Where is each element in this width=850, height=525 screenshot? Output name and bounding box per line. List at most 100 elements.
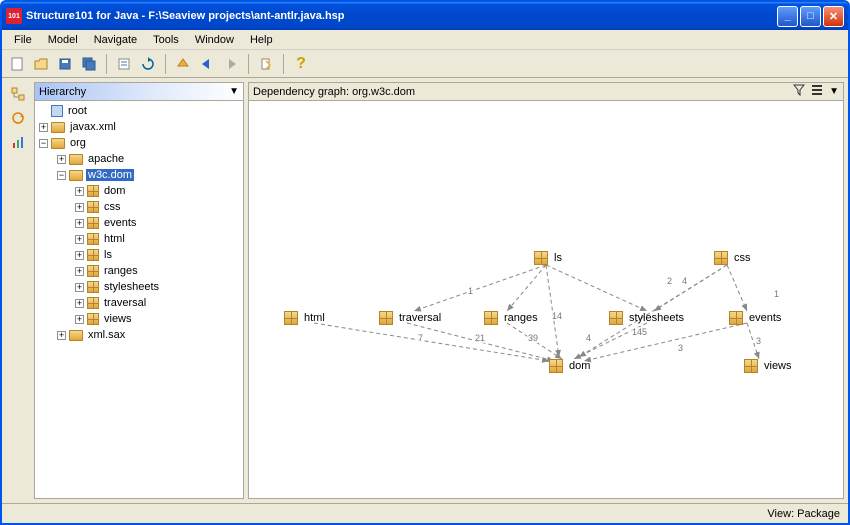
- tree-xml-sax[interactable]: +xml.sax: [35, 327, 243, 343]
- tree-stylesheets[interactable]: +stylesheets: [35, 279, 243, 295]
- folder-icon: [69, 154, 83, 165]
- dropdown-icon[interactable]: ▼: [229, 86, 239, 97]
- package-icon: [729, 311, 743, 325]
- tree-w3c-dom[interactable]: −w3c.dom: [35, 167, 243, 183]
- edge-label: 2: [666, 276, 673, 286]
- menubar: File Model Navigate Tools Window Help: [2, 30, 848, 50]
- filter-icon[interactable]: [793, 84, 805, 99]
- package-icon: [484, 311, 498, 325]
- dropdown-icon[interactable]: ▼: [829, 86, 839, 97]
- hierarchy-title: Hierarchy: [39, 86, 86, 98]
- tree-events[interactable]: +events: [35, 215, 243, 231]
- node-events[interactable]: events: [729, 311, 781, 325]
- tree-views[interactable]: +views: [35, 311, 243, 327]
- edge-label: 145: [631, 327, 648, 337]
- edge-label: 14: [551, 311, 563, 321]
- sidebar-chart-icon[interactable]: [8, 132, 28, 152]
- properties-button[interactable]: [113, 53, 135, 75]
- tree-org[interactable]: −org: [35, 135, 243, 151]
- hierarchy-panel: Hierarchy ▼ root +javax.xml −org +apache…: [34, 82, 244, 499]
- open-button[interactable]: [30, 53, 52, 75]
- menu-window[interactable]: Window: [187, 32, 242, 48]
- package-icon: [87, 249, 99, 261]
- package-icon: [87, 217, 99, 229]
- package-icon: [87, 185, 99, 197]
- node-dom[interactable]: dom: [549, 359, 590, 373]
- tree-html[interactable]: +html: [35, 231, 243, 247]
- tree-javax-xml[interactable]: +javax.xml: [35, 119, 243, 135]
- package-icon: [87, 297, 99, 309]
- folder-icon: [69, 330, 83, 341]
- edge-label: 4: [681, 276, 688, 286]
- minimize-button[interactable]: _: [777, 6, 798, 27]
- maximize-button[interactable]: □: [800, 6, 821, 27]
- package-icon: [714, 251, 728, 265]
- node-ls[interactable]: ls: [534, 251, 562, 265]
- tree-apache[interactable]: +apache: [35, 151, 243, 167]
- edge-label: 39: [527, 333, 539, 343]
- tree-css[interactable]: +css: [35, 199, 243, 215]
- app-icon: 101: [6, 8, 22, 24]
- close-button[interactable]: ✕: [823, 6, 844, 27]
- package-icon: [609, 311, 623, 325]
- menu-model[interactable]: Model: [40, 32, 86, 48]
- window-title: Structure101 for Java - F:\Seaview proje…: [26, 10, 777, 22]
- export-button[interactable]: [255, 53, 277, 75]
- menu-navigate[interactable]: Navigate: [86, 32, 145, 48]
- forward-button[interactable]: [220, 53, 242, 75]
- graph-panel: Dependency graph: org.w3c.dom ▼: [248, 82, 844, 499]
- new-button[interactable]: [6, 53, 28, 75]
- folder-icon: [69, 170, 83, 181]
- package-icon: [379, 311, 393, 325]
- package-icon: [87, 233, 99, 245]
- sidebar: [6, 82, 30, 499]
- refresh-button[interactable]: [137, 53, 159, 75]
- up-button[interactable]: [172, 53, 194, 75]
- sidebar-hierarchy-icon[interactable]: [8, 84, 28, 104]
- list-icon[interactable]: [811, 84, 823, 99]
- graph-canvas[interactable]: ls css html traversal ranges stylesheets…: [249, 101, 843, 498]
- node-stylesheets[interactable]: stylesheets: [609, 311, 684, 325]
- edge-label: 21: [474, 333, 486, 343]
- app-window: 101 Structure101 for Java - F:\Seaview p…: [0, 0, 850, 525]
- tree[interactable]: root +javax.xml −org +apache −w3c.dom +d…: [35, 101, 243, 498]
- node-traversal[interactable]: traversal: [379, 311, 441, 325]
- tree-dom[interactable]: +dom: [35, 183, 243, 199]
- tree-ls[interactable]: +ls: [35, 247, 243, 263]
- graph-header: Dependency graph: org.w3c.dom ▼: [249, 83, 843, 101]
- edge-label: 3: [677, 343, 684, 353]
- separator: [283, 54, 284, 74]
- separator: [165, 54, 166, 74]
- help-button[interactable]: ?: [290, 53, 312, 75]
- package-icon: [549, 359, 563, 373]
- edge-label: 3: [755, 336, 762, 346]
- package-icon: [534, 251, 548, 265]
- status-text: View: Package: [767, 508, 840, 520]
- menu-tools[interactable]: Tools: [145, 32, 187, 48]
- body: Hierarchy ▼ root +javax.xml −org +apache…: [2, 78, 848, 503]
- hierarchy-header[interactable]: Hierarchy ▼: [35, 83, 243, 101]
- save-all-button[interactable]: [78, 53, 100, 75]
- package-icon: [284, 311, 298, 325]
- separator: [248, 54, 249, 74]
- node-ranges[interactable]: ranges: [484, 311, 538, 325]
- node-css[interactable]: css: [714, 251, 751, 265]
- root-icon: [51, 105, 63, 117]
- menu-file[interactable]: File: [6, 32, 40, 48]
- toolbar: ?: [2, 50, 848, 78]
- package-icon: [744, 359, 758, 373]
- menu-help[interactable]: Help: [242, 32, 281, 48]
- edges: [249, 101, 843, 498]
- tree-ranges[interactable]: +ranges: [35, 263, 243, 279]
- package-icon: [87, 265, 99, 277]
- node-views[interactable]: views: [744, 359, 792, 373]
- back-button[interactable]: [196, 53, 218, 75]
- sidebar-cycle-icon[interactable]: [8, 108, 28, 128]
- node-html[interactable]: html: [284, 311, 325, 325]
- tree-root[interactable]: root: [35, 103, 243, 119]
- tree-traversal[interactable]: +traversal: [35, 295, 243, 311]
- titlebar[interactable]: 101 Structure101 for Java - F:\Seaview p…: [2, 2, 848, 30]
- edge-label: 1: [467, 286, 474, 296]
- edge-label: 1: [773, 289, 780, 299]
- save-button[interactable]: [54, 53, 76, 75]
